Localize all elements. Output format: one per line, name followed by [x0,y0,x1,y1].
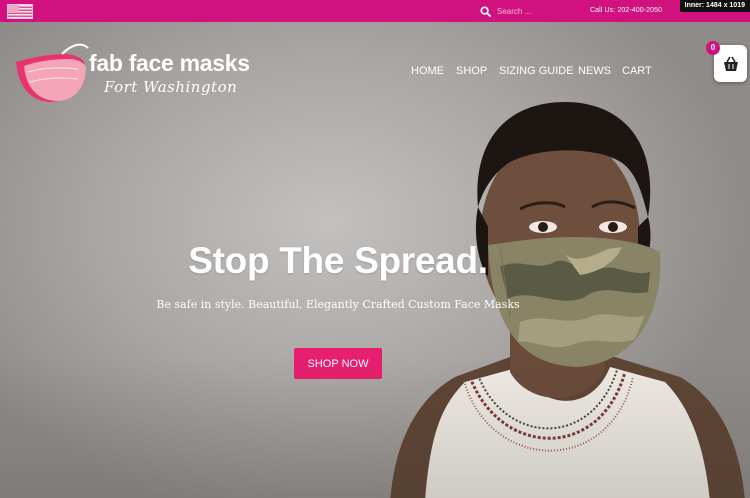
shop-now-button[interactable]: SHOP NOW [294,348,382,379]
cart-count-badge: 0 [706,41,720,55]
logo-title: fab face masks [89,50,250,76]
hero-model-image [390,102,745,498]
search-box[interactable] [480,5,607,18]
nav-cart[interactable]: CART [622,65,652,79]
top-bar: Call Us: 202-400-2050 Inner: 1484 x 1019 [0,0,750,22]
nav-news[interactable]: NEWS [578,65,611,79]
mask-logo-icon [16,43,89,102]
hero-section: fab face masks Fort Washington HOME SHOP… [0,22,750,498]
viewport-size-badge: Inner: 1484 x 1019 [679,0,750,12]
call-us-text: Call Us: 202-400-2050 [590,7,663,14]
hero-headline: Stop The Spread. [188,240,488,281]
nav-shop[interactable]: SHOP [456,65,487,79]
site-logo[interactable]: fab face masks Fort Washington [12,40,250,110]
logo-subtitle: Fort Washington [104,78,238,96]
us-flag-icon[interactable] [7,4,33,19]
basket-icon [723,56,738,71]
nav-sizing-guide[interactable]: SIZING GUIDE [499,65,574,79]
search-icon[interactable] [480,6,491,17]
hero-tagline: Be safe in style. Beautiful, Elegantly C… [156,298,520,311]
nav-home[interactable]: HOME [411,65,444,79]
